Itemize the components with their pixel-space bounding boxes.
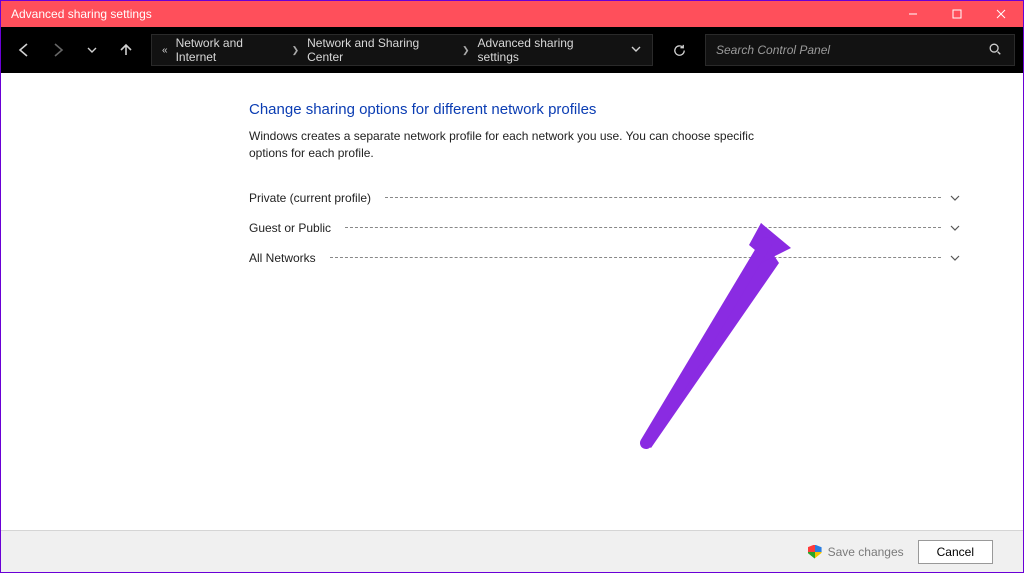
save-changes-button: Save changes bbox=[808, 545, 904, 559]
navbar: « Network and Internet ❯ Network and Sha… bbox=[1, 27, 1023, 73]
search-input[interactable]: Search Control Panel bbox=[705, 34, 1015, 66]
search-icon bbox=[988, 42, 1004, 58]
up-button[interactable] bbox=[111, 35, 141, 65]
divider bbox=[385, 197, 941, 198]
breadcrumb[interactable]: « Network and Internet ❯ Network and Sha… bbox=[151, 34, 653, 66]
refresh-button[interactable] bbox=[663, 34, 695, 66]
cancel-button[interactable]: Cancel bbox=[918, 540, 993, 564]
back-button[interactable] bbox=[9, 35, 39, 65]
profile-row-guest[interactable]: Guest or Public bbox=[249, 213, 963, 243]
profile-label: Private (current profile) bbox=[249, 191, 379, 205]
profile-row-all-networks[interactable]: All Networks bbox=[249, 243, 963, 273]
chevron-right-icon: ❯ bbox=[462, 45, 470, 56]
recent-locations-button[interactable] bbox=[77, 35, 107, 65]
page-title: Change sharing options for different net… bbox=[249, 101, 963, 118]
breadcrumb-dropdown-icon[interactable] bbox=[630, 43, 642, 58]
breadcrumb-overflow-icon[interactable]: « bbox=[162, 45, 168, 56]
breadcrumb-item[interactable]: Advanced sharing settings bbox=[478, 36, 615, 64]
minimize-button[interactable] bbox=[891, 1, 935, 27]
divider bbox=[345, 227, 941, 228]
chevron-down-icon[interactable] bbox=[947, 250, 963, 266]
forward-button[interactable] bbox=[43, 35, 73, 65]
content-area: Change sharing options for different net… bbox=[1, 73, 1023, 530]
breadcrumb-item[interactable]: Network and Internet bbox=[176, 36, 284, 64]
page-description: Windows creates a separate network profi… bbox=[249, 128, 769, 163]
breadcrumb-item[interactable]: Network and Sharing Center bbox=[307, 36, 454, 64]
close-button[interactable] bbox=[979, 1, 1023, 27]
profile-label: All Networks bbox=[249, 251, 324, 265]
chevron-down-icon[interactable] bbox=[947, 220, 963, 236]
shield-icon bbox=[808, 545, 822, 559]
chevron-down-icon[interactable] bbox=[947, 190, 963, 206]
search-placeholder: Search Control Panel bbox=[716, 43, 988, 57]
maximize-button[interactable] bbox=[935, 1, 979, 27]
save-label: Save changes bbox=[828, 545, 904, 559]
footer: Save changes Cancel bbox=[1, 530, 1023, 572]
titlebar: Advanced sharing settings bbox=[1, 1, 1023, 27]
profile-label: Guest or Public bbox=[249, 221, 339, 235]
profile-row-private[interactable]: Private (current profile) bbox=[249, 183, 963, 213]
window-title: Advanced sharing settings bbox=[11, 7, 152, 21]
chevron-right-icon: ❯ bbox=[292, 45, 300, 56]
divider bbox=[330, 257, 941, 258]
